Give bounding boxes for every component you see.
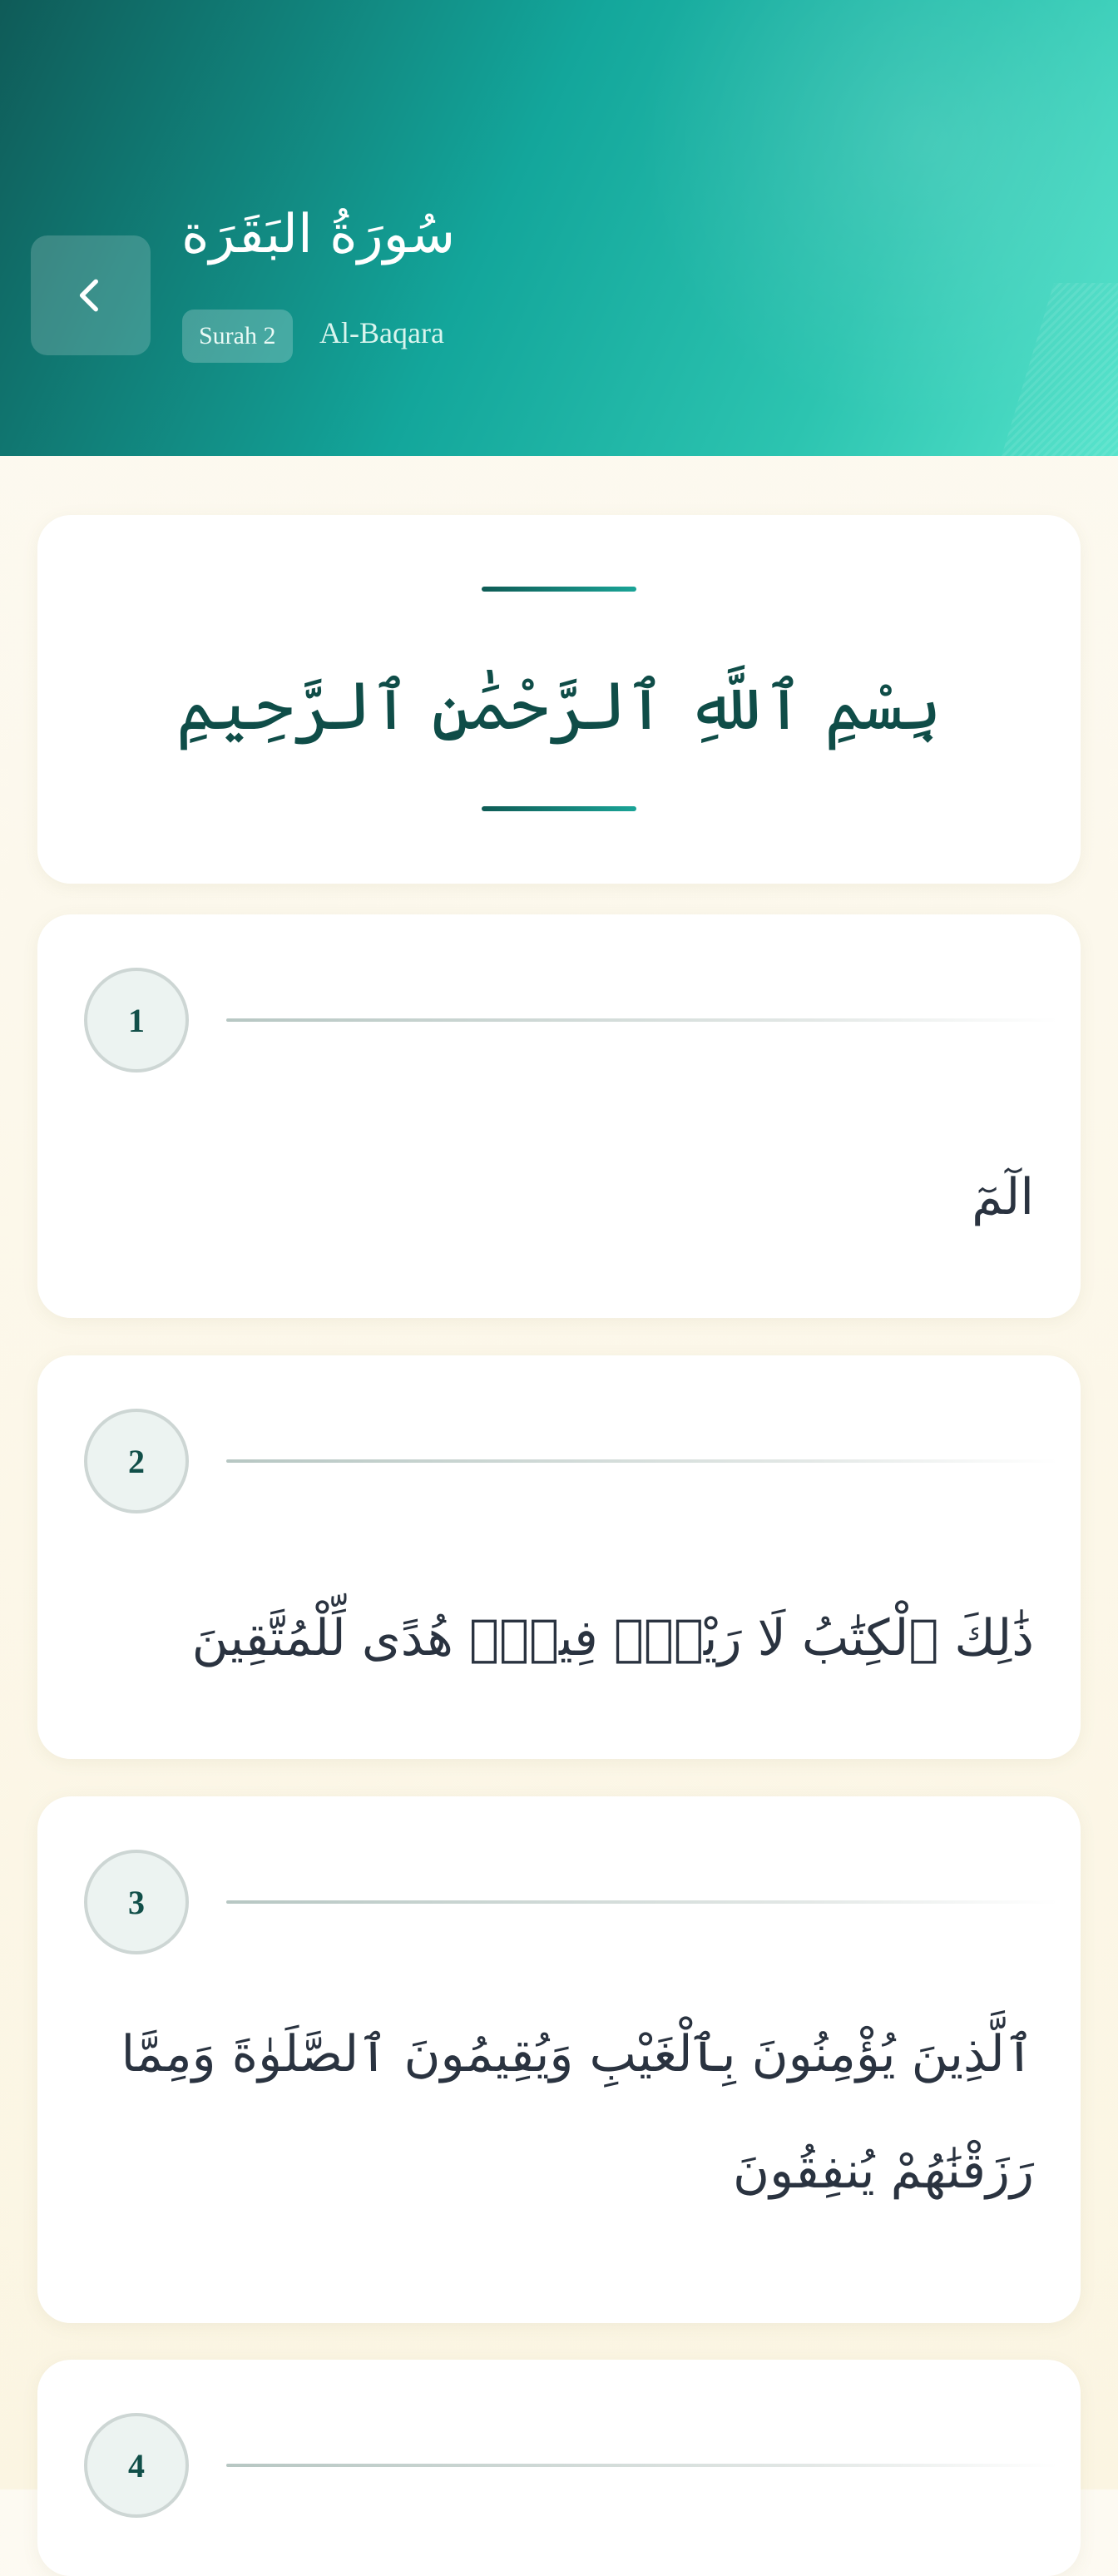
verse-number: 3 bbox=[84, 1850, 189, 1954]
back-button[interactable] bbox=[31, 235, 151, 355]
verse-number: 4 bbox=[84, 2413, 189, 2518]
verse-text: ٱلَّذِينَ يُؤْمِنُونَ بِٱلْغَيْبِ وَيُقِ… bbox=[121, 2025, 1035, 2200]
verse-divider bbox=[226, 1018, 1058, 1022]
bismillah-divider-top bbox=[482, 587, 636, 592]
verse-card[interactable]: 4 bbox=[37, 2360, 1081, 2576]
verse-divider bbox=[226, 2464, 1058, 2467]
verse-text: الٓمٓ bbox=[972, 1168, 1034, 1226]
surah-header: سُورَةُ البَقَرَة Surah 2 Al-Baqara bbox=[0, 0, 1118, 456]
bismillah-text: بِسْمِ ٱللَّهِ ٱلرَّحْمَٰنِ ٱلرَّحِيمِ bbox=[176, 667, 942, 745]
verse-text: ذَٰلِكَ ٱلْكِتَٰبُ لَا رَيْبَۛ فِيهِۛ هُ… bbox=[191, 1609, 1034, 1667]
verse-divider bbox=[226, 1459, 1058, 1463]
chevron-left-icon bbox=[79, 279, 98, 312]
surah-number-badge: Surah 2 bbox=[182, 310, 293, 363]
bismillah-card: بِسْمِ ٱللَّهِ ٱلرَّحْمَٰنِ ٱلرَّحِيمِ bbox=[37, 515, 1081, 884]
verse-card[interactable]: 1 الٓمٓ bbox=[37, 914, 1081, 1318]
verse-card[interactable]: 2 ذَٰلِكَ ٱلْكِتَٰبُ لَا رَيْبَۛ فِيهِۛ … bbox=[37, 1355, 1081, 1759]
verse-number: 1 bbox=[84, 968, 189, 1073]
bismillah-divider-bottom bbox=[482, 806, 636, 811]
verse-divider bbox=[226, 1900, 1058, 1904]
surah-name-latin: Al-Baqara bbox=[319, 316, 444, 349]
verse-card[interactable]: 3 ٱلَّذِينَ يُؤْمِنُونَ بِٱلْغَيْبِ وَيُ… bbox=[37, 1796, 1081, 2323]
verse-number: 2 bbox=[84, 1409, 189, 1513]
surah-title-arabic: سُورَةُ البَقَرَة bbox=[181, 204, 456, 265]
